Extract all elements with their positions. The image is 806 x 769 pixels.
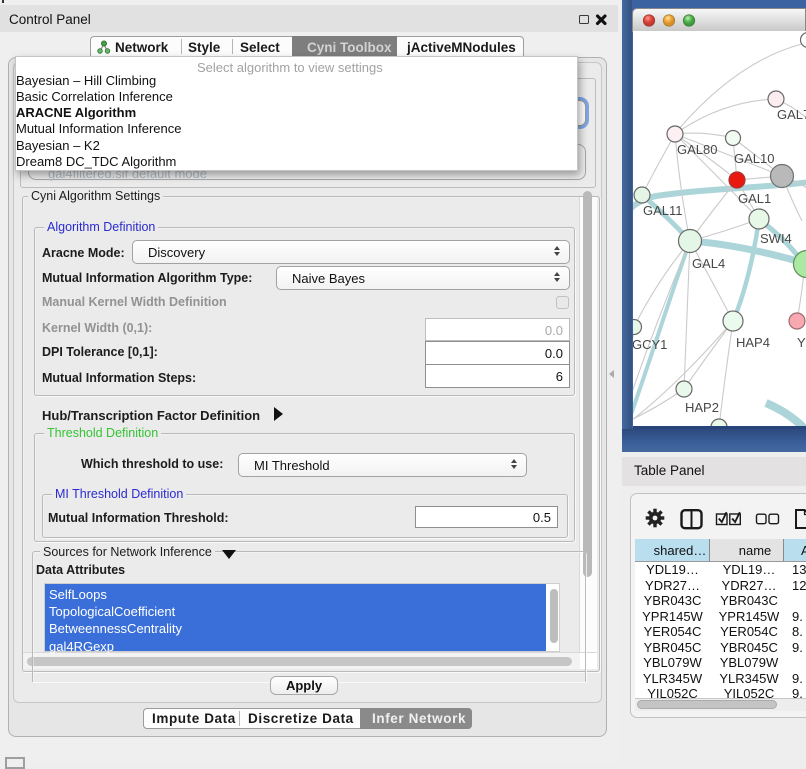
svg-text:GAL4: GAL4: [692, 256, 725, 271]
svg-text:GCY1: GCY1: [633, 337, 667, 352]
svg-text:GAL7: GAL7: [777, 107, 806, 122]
svg-text:GAL10: GAL10: [734, 151, 774, 166]
svg-text:GAL11: GAL11: [643, 203, 683, 218]
svg-text:SWI4: SWI4: [760, 231, 792, 246]
svg-text:HAP4: HAP4: [736, 335, 770, 350]
svg-text:GAL1: GAL1: [738, 191, 771, 206]
svg-text:HAP2: HAP2: [685, 400, 719, 415]
svg-text:GAL80: GAL80: [677, 142, 717, 157]
svg-text:Y: Y: [797, 335, 806, 350]
